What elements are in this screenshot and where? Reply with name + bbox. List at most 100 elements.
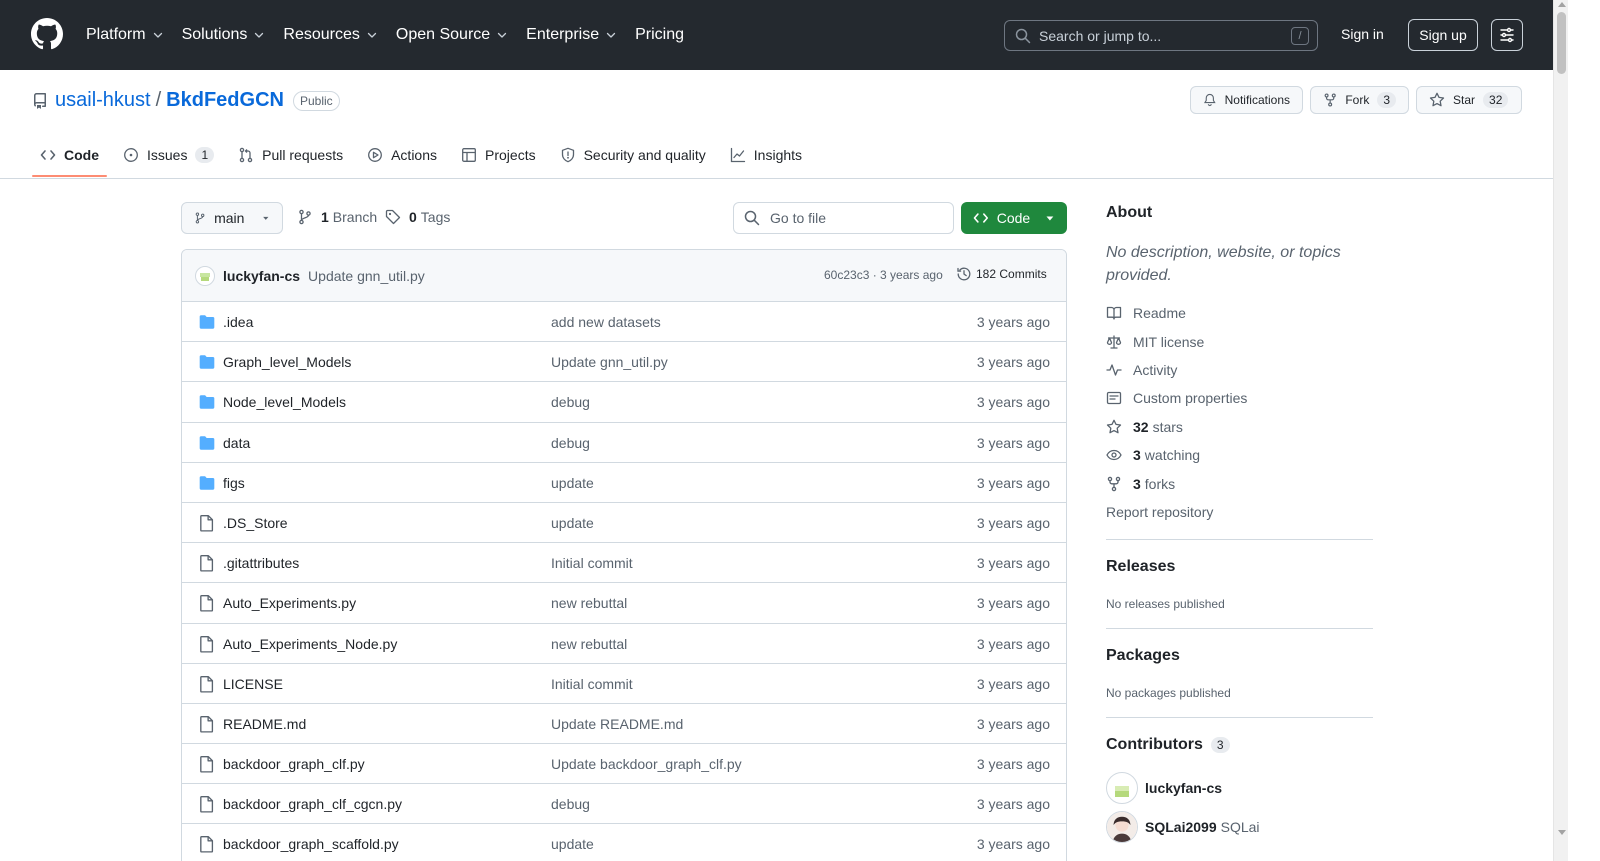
file-commit-message-link[interactable]: debug <box>551 394 590 410</box>
star-button[interactable]: Star 32 <box>1416 86 1522 114</box>
file-commit-message-link[interactable]: add new datasets <box>551 314 661 330</box>
file-name-link[interactable]: Auto_Experiments_Node.py <box>223 636 397 652</box>
file-row[interactable]: Node_level_Models debug 3 years ago <box>182 382 1066 423</box>
scrollbar-thumb[interactable] <box>1557 12 1566 74</box>
nav-item-pricing[interactable]: Pricing <box>635 26 684 44</box>
user-avatar-icon <box>1107 812 1137 842</box>
branch-selector[interactable]: main <box>181 202 283 234</box>
file-commit-message-link[interactable]: update <box>551 515 594 531</box>
nav-item-solutions[interactable]: Solutions <box>182 26 266 44</box>
file-date: 3 years ago <box>976 836 1050 853</box>
signup-button[interactable]: Sign up <box>1408 19 1478 51</box>
tab-projects[interactable]: Projects <box>453 136 544 174</box>
file-commit-message-link[interactable]: update <box>551 475 594 491</box>
scroll-up-arrow-icon[interactable] <box>1558 2 1566 7</box>
sidebar-link-readme[interactable]: Readme <box>1106 305 1186 321</box>
branches-link[interactable]: 1 Branch <box>297 209 377 225</box>
commit-author[interactable]: luckyfan-cs <box>223 268 300 284</box>
caret-down-icon <box>1046 216 1054 221</box>
sidebar-link-forks[interactable]: 3 forks <box>1106 476 1175 492</box>
file-row[interactable]: Auto_Experiments_Node.py new rebuttal 3 ye… <box>182 624 1066 664</box>
commit-meta[interactable]: 60c23c3 · 3 years ago <box>824 268 943 282</box>
file-name-link[interactable]: Auto_Experiments.py <box>223 595 356 611</box>
file-commit-message-link[interactable]: update <box>551 836 594 852</box>
go-to-file-input[interactable]: Go to file <box>733 202 954 234</box>
signin-link[interactable]: Sign in <box>1341 26 1384 42</box>
file-commit-message-link[interactable]: Initial commit <box>551 676 633 692</box>
nav-item-open-source[interactable]: Open Source <box>396 26 508 44</box>
file-name-link[interactable]: Graph_level_Models <box>223 354 351 370</box>
file-commit-message-link[interactable]: debug <box>551 435 590 451</box>
avatar[interactable] <box>195 265 215 286</box>
report-repository-link[interactable]: Report repository <box>1106 504 1213 520</box>
file-row[interactable]: figs update 3 years ago <box>182 463 1066 503</box>
file-name-link[interactable]: backdoor_graph_clf_cgcn.py <box>223 796 402 812</box>
file-name-link[interactable]: backdoor_graph_scaffold.py <box>223 836 399 852</box>
file-row[interactable]: LICENSE Initial commit 3 years ago <box>182 664 1066 704</box>
file-name-link[interactable]: .DS_Store <box>223 515 288 531</box>
file-commit-message-link[interactable]: Update gnn_util.py <box>551 354 668 370</box>
file-name-link[interactable]: backdoor_graph_clf.py <box>223 756 365 772</box>
contributor-item[interactable]: SQLai2099 SQLai <box>1106 811 1260 843</box>
file-commit-message-link[interactable]: Update backdoor_graph_clf.py <box>551 756 742 772</box>
file-commit-message-link[interactable]: new rebuttal <box>551 636 627 652</box>
tab-security-and-quality[interactable]: Security and quality <box>552 136 714 174</box>
file-name-link[interactable]: data <box>223 435 250 451</box>
search-shortcut-key: / <box>1291 27 1309 45</box>
file-name-link[interactable]: .gitattributes <box>223 555 299 571</box>
search-input[interactable]: Search or jump to... / <box>1004 20 1318 51</box>
repo-name-link[interactable]: BkdFedGCN <box>166 89 284 112</box>
nav-item-platform[interactable]: Platform <box>86 26 164 44</box>
file-row[interactable]: backdoor_graph_scaffold.py update 3 years … <box>182 824 1066 861</box>
sidebar-divider <box>1106 628 1373 629</box>
file-row[interactable]: README.md Update README.md 3 years ago <box>182 704 1066 745</box>
sidebar-link-label: MIT license <box>1133 334 1205 350</box>
file-row[interactable]: .DS_Store update 3 years ago <box>182 503 1066 544</box>
file-commit-message-link[interactable]: Update README.md <box>551 716 683 732</box>
commits-link[interactable]: 182 Commits <box>956 266 1047 282</box>
github-logo-icon[interactable] <box>31 18 63 50</box>
file-name-link[interactable]: Node_level_Models <box>223 394 346 410</box>
file-row[interactable]: backdoor_graph_clf.py Update backdoor_gra… <box>182 744 1066 785</box>
sidebar-link-mit-license[interactable]: MIT license <box>1106 334 1204 350</box>
tags-link[interactable]: 0 Tags <box>385 209 450 225</box>
commit-message[interactable]: Update gnn_util.py <box>308 268 425 284</box>
file-name-link[interactable]: README.md <box>223 716 306 732</box>
code-dropdown-button[interactable]: Code <box>961 202 1067 234</box>
tab-code[interactable]: Code <box>32 136 107 177</box>
tab-insights[interactable]: Insights <box>722 136 810 174</box>
file-commit-message-link[interactable]: new rebuttal <box>551 595 627 611</box>
file-row[interactable]: .gitattributes Initial commit 3 years ago <box>182 543 1066 584</box>
contributors-heading[interactable]: Contributors 3 <box>1106 736 1230 754</box>
tab-pull-requests[interactable]: Pull requests <box>230 136 351 174</box>
file-commit-message-link[interactable]: Initial commit <box>551 555 633 571</box>
file-row[interactable]: data debug 3 years ago <box>182 423 1066 463</box>
scroll-down-arrow-icon[interactable] <box>1558 830 1566 835</box>
sidebar-link-watching[interactable]: 3 watching <box>1106 447 1200 463</box>
tab-issues[interactable]: Issues 1 <box>115 136 222 174</box>
latest-commit-row: luckyfan-cs Update gnn_util.py 60c23c3 ·… <box>182 250 1066 302</box>
page-scrollbar[interactable] <box>1553 0 1568 861</box>
sidebar-link-activity[interactable]: Activity <box>1106 362 1177 378</box>
file-name-link[interactable]: figs <box>223 475 245 491</box>
packages-heading[interactable]: Packages <box>1106 647 1180 665</box>
file-commit-message-link[interactable]: debug <box>551 796 590 812</box>
notifications-button[interactable]: Notifications <box>1190 86 1303 114</box>
menu-button[interactable] <box>1491 19 1523 51</box>
repo-owner-link[interactable]: usail-hkust <box>55 89 151 112</box>
nav-item-label: Enterprise <box>526 26 600 43</box>
file-row[interactable]: Graph_level_Models Update gnn_util.py 3 ye… <box>182 342 1066 383</box>
file-name-link[interactable]: .idea <box>223 314 253 330</box>
contributor-item[interactable]: luckyfan-cs <box>1106 772 1226 804</box>
file-row[interactable]: backdoor_graph_clf_cgcn.py debug 3 years a… <box>182 784 1066 825</box>
sidebar-link-stars[interactable]: 32 stars <box>1106 419 1183 435</box>
tab-actions[interactable]: Actions <box>359 136 445 174</box>
releases-heading[interactable]: Releases <box>1106 558 1175 576</box>
fork-button[interactable]: Fork 3 <box>1310 86 1409 114</box>
file-row[interactable]: .idea add new datasets 3 years ago <box>182 302 1066 343</box>
nav-item-resources[interactable]: Resources <box>283 26 377 44</box>
file-name-link[interactable]: LICENSE <box>223 676 283 692</box>
sidebar-link-custom-properties[interactable]: Custom properties <box>1106 390 1247 406</box>
file-row[interactable]: Auto_Experiments.py new rebuttal 3 years a… <box>182 583 1066 624</box>
nav-item-enterprise[interactable]: Enterprise <box>526 26 617 44</box>
